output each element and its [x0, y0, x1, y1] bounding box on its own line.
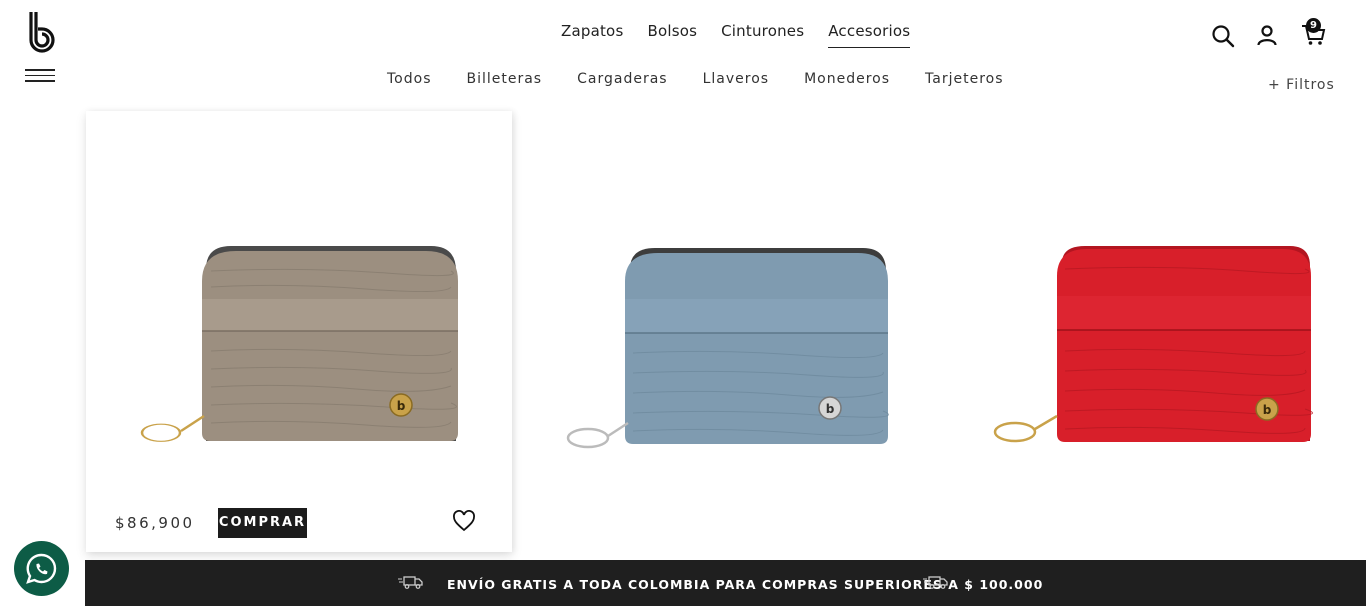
svg-text:b: b [1263, 403, 1272, 417]
product-image-wallet-blue[interactable]: b [518, 111, 938, 491]
cart-count-badge: 9 [1306, 18, 1321, 33]
product-image-wallet-red[interactable]: b [945, 111, 1365, 491]
subnav-todos[interactable]: Todos [387, 71, 431, 87]
nav-zapatos[interactable]: Zapatos [561, 22, 623, 48]
svg-text:b: b [397, 399, 406, 413]
menu-icon[interactable] [25, 69, 55, 83]
user-icon[interactable] [1255, 23, 1279, 47]
product-image-wallet-taupe[interactable]: b [86, 111, 512, 491]
nav-bolsos[interactable]: Bolsos [647, 22, 697, 48]
shipping-banner-text: ENVÍO GRATIS A TODA COLOMBIA PARA COMPRA… [447, 577, 1044, 592]
svg-text:b: b [826, 402, 835, 416]
truck-icon [398, 576, 423, 589]
brand-logo[interactable] [26, 10, 56, 54]
search-icon[interactable] [1211, 24, 1235, 48]
subnav-llaveros[interactable]: Llaveros [703, 71, 769, 87]
nav-cinturones[interactable]: Cinturones [721, 22, 804, 48]
product-card[interactable]: b [945, 111, 1365, 552]
product-card[interactable]: b $86,900 COMPRAR [86, 111, 512, 552]
subnav-tarjeteros[interactable]: Tarjeteros [925, 71, 1003, 87]
wishlist-heart-icon[interactable] [452, 510, 476, 532]
whatsapp-button[interactable] [14, 541, 69, 596]
whatsapp-icon [26, 553, 57, 584]
subnav-monederos[interactable]: Monederos [804, 71, 890, 87]
buy-button[interactable]: COMPRAR [218, 508, 307, 538]
filters-button[interactable]: + Filtros [1268, 77, 1335, 93]
product-price: $86,900 [115, 514, 195, 532]
product-card[interactable]: b [518, 111, 938, 552]
sub-nav: Todos Billeteras Cargaderas Llaveros Mon… [387, 71, 1039, 87]
subnav-billeteras[interactable]: Billeteras [466, 71, 542, 87]
truck-icon [923, 576, 948, 589]
nav-accesorios[interactable]: Accesorios [828, 22, 911, 48]
subnav-cargaderas[interactable]: Cargaderas [577, 71, 667, 87]
